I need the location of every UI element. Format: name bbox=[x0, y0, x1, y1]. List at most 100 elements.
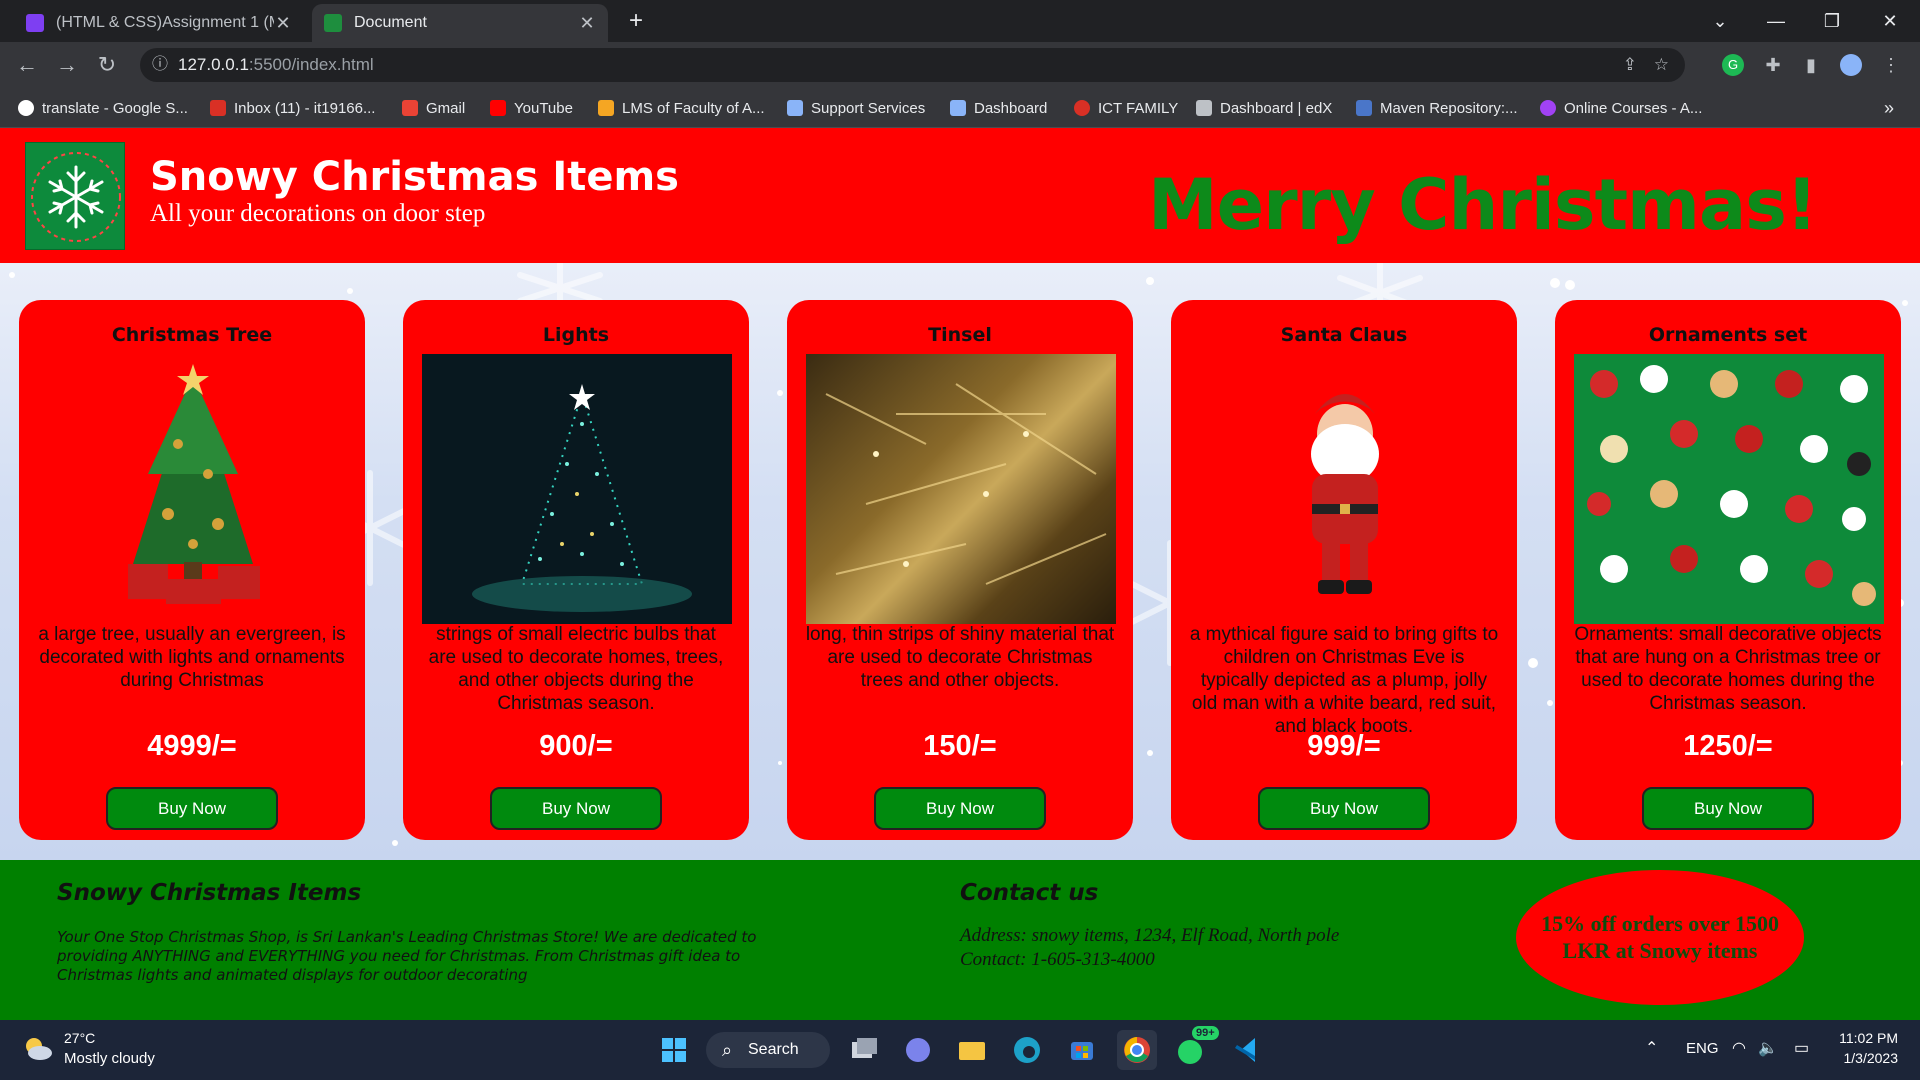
vscode-icon[interactable] bbox=[1227, 1030, 1267, 1070]
page-viewport: Snowy Christmas Items All your decoratio… bbox=[0, 128, 1920, 1020]
footer-address: Address: snowy items, 1234, Elf Road, No… bbox=[960, 925, 1340, 946]
product-card: Tinsel long, thin strips of shiny materi… bbox=[787, 300, 1133, 840]
teams-chat-icon[interactable] bbox=[898, 1030, 938, 1070]
profile-avatar[interactable] bbox=[1840, 54, 1862, 76]
product-card: Santa Claus a mythical figure said to br… bbox=[1171, 300, 1517, 840]
clock-time[interactable]: 11:02 PM bbox=[1838, 1030, 1898, 1046]
task-view-icon[interactable] bbox=[843, 1030, 883, 1070]
bookmark-lms[interactable]: LMS of Faculty of A... bbox=[598, 98, 765, 118]
footer-phone: Contact: 1-605-313-4000 bbox=[960, 949, 1155, 970]
product-description: long, thin strips of shiny material that… bbox=[805, 624, 1115, 691]
bookmark-inbox[interactable]: Inbox (11) - it19166... bbox=[210, 98, 375, 118]
whatsapp-icon[interactable]: 99+ bbox=[1172, 1026, 1219, 1070]
extensions-icon[interactable]: ✚ bbox=[1762, 54, 1784, 76]
tinsel-image bbox=[806, 354, 1116, 624]
new-tab-button[interactable]: + bbox=[616, 6, 656, 36]
close-tab-icon[interactable]: ✕ bbox=[578, 13, 596, 34]
share-icon[interactable]: ⇪ bbox=[1623, 48, 1637, 82]
santa-claus-image bbox=[1190, 354, 1500, 624]
tab-assignment[interactable]: (HTML & CSS)Assignment 1 (Mai ✕ bbox=[14, 4, 304, 42]
bookmark-translate[interactable]: translate - Google S... bbox=[18, 98, 188, 118]
product-title: Tinsel bbox=[928, 324, 992, 346]
windows-taskbar: 27°C Mostly cloudy ⌕ Search 99+ ⌃ ENG ◠ … bbox=[0, 1020, 1920, 1080]
store-icon[interactable] bbox=[1062, 1030, 1102, 1070]
edge-icon[interactable] bbox=[1007, 1030, 1047, 1070]
buy-now-button[interactable]: Buy Now bbox=[1258, 787, 1430, 830]
product-card: Ornaments set Ornaments: small decorativ… bbox=[1555, 300, 1901, 840]
courses-icon bbox=[1540, 100, 1556, 116]
volume-icon[interactable]: 🔈 bbox=[1758, 1038, 1778, 1058]
product-price: 1250/= bbox=[1683, 730, 1773, 762]
weather-icon[interactable] bbox=[22, 1034, 54, 1062]
product-title: Ornaments set bbox=[1648, 324, 1808, 346]
product-description: strings of small electric bulbs that are… bbox=[428, 624, 724, 714]
site-tagline: All your decorations on door step bbox=[150, 200, 486, 227]
url-path: :5500/index.html bbox=[248, 55, 374, 74]
menu-icon[interactable]: ⋮ bbox=[1880, 54, 1902, 76]
close-window-button[interactable]: ✕ bbox=[1870, 6, 1910, 36]
site-info-icon[interactable]: ⓘ bbox=[152, 48, 168, 82]
product-card: Lights strings of small electric bulbs t… bbox=[403, 300, 749, 840]
site-footer: Snowy Christmas Items Your One Stop Chri… bbox=[0, 860, 1920, 1020]
bookmark-ict-family[interactable]: ICT FAMILY bbox=[1074, 98, 1178, 118]
bookmark-support-services[interactable]: Support Services bbox=[787, 98, 925, 118]
product-price: 4999/= bbox=[147, 730, 237, 762]
buy-now-button[interactable]: Buy Now bbox=[490, 787, 662, 830]
weather-desc: Mostly cloudy bbox=[64, 1050, 155, 1067]
more-bookmarks-icon[interactable]: » bbox=[1884, 98, 1894, 118]
product-title: Lights bbox=[542, 324, 610, 346]
footer-contact-heading: Contact us bbox=[960, 880, 1099, 906]
university-icon bbox=[950, 100, 966, 116]
products-section: Christmas Tree a large tree, usually an … bbox=[0, 263, 1920, 860]
site-header: Snowy Christmas Items All your decoratio… bbox=[0, 128, 1920, 263]
restore-button[interactable]: ❐ bbox=[1812, 6, 1852, 36]
bookmark-dashboard[interactable]: Dashboard bbox=[950, 98, 1047, 118]
show-hidden-icons-icon[interactable]: ⌃ bbox=[1645, 1038, 1658, 1058]
youtube-icon bbox=[490, 100, 506, 116]
taskbar-search[interactable]: ⌕ Search bbox=[706, 1032, 830, 1068]
footer-about-heading: Snowy Christmas Items bbox=[57, 880, 362, 906]
chrome-icon[interactable] bbox=[1117, 1030, 1157, 1070]
footer-contact: Address: snowy items, 1234, Elf Road, No… bbox=[960, 924, 1339, 972]
reload-button[interactable]: ↻ bbox=[92, 50, 122, 80]
start-button[interactable] bbox=[654, 1030, 694, 1070]
bookmark-edx[interactable]: Dashboard | edX bbox=[1196, 98, 1332, 118]
clock-date[interactable]: 1/3/2023 bbox=[1838, 1050, 1899, 1066]
tab-title: (HTML & CSS)Assignment 1 (Mai bbox=[56, 14, 274, 31]
tab-document[interactable]: Document ✕ bbox=[312, 4, 608, 42]
address-bar[interactable]: ⓘ 127.0.0.1:5500/index.html ⇪ ☆ bbox=[140, 48, 1685, 82]
christmas-tree-image bbox=[38, 354, 348, 624]
wifi-icon[interactable]: ◠ bbox=[1732, 1038, 1746, 1058]
input-language[interactable]: ENG bbox=[1686, 1040, 1719, 1057]
google-icon bbox=[18, 100, 34, 116]
url-host: 127.0.0.1 bbox=[178, 55, 249, 74]
bookmark-star-icon[interactable]: ☆ bbox=[1654, 48, 1669, 82]
bookmark-gmail[interactable]: Gmail bbox=[402, 98, 465, 118]
grammarly-icon[interactable]: G bbox=[1722, 54, 1744, 76]
bookmark-online-courses[interactable]: Online Courses - A... bbox=[1540, 98, 1702, 118]
footer-about-text: Your One Stop Christmas Shop, is Sri Lan… bbox=[57, 928, 757, 984]
buy-now-button[interactable]: Buy Now bbox=[874, 787, 1046, 830]
bookmarks-bar: translate - Google S... Inbox (11) - it1… bbox=[0, 88, 1920, 128]
product-description: Ornaments: small decorative objects that… bbox=[1574, 624, 1882, 714]
maven-icon bbox=[1356, 100, 1372, 116]
minimize-button[interactable]: — bbox=[1756, 6, 1796, 36]
sheets-icon bbox=[324, 14, 342, 32]
product-price: 150/= bbox=[923, 730, 997, 762]
bookmark-maven[interactable]: Maven Repository:... bbox=[1356, 98, 1518, 118]
battery-icon[interactable]: ▭ bbox=[1794, 1038, 1809, 1058]
buy-now-button[interactable]: Buy Now bbox=[1642, 787, 1814, 830]
bookmark-youtube[interactable]: YouTube bbox=[490, 98, 573, 118]
side-panel-icon[interactable]: ▮ bbox=[1800, 54, 1822, 76]
forward-button[interactable]: → bbox=[52, 50, 82, 80]
site-title: Snowy Christmas Items bbox=[150, 154, 679, 200]
back-button[interactable]: ← bbox=[12, 50, 42, 80]
tab-search-icon[interactable]: ⌄ bbox=[1700, 6, 1740, 36]
close-tab-icon[interactable]: ✕ bbox=[274, 13, 292, 34]
tab-title: Document bbox=[354, 14, 427, 31]
lms-icon bbox=[598, 100, 614, 116]
site-logo bbox=[25, 142, 125, 250]
file-explorer-icon[interactable] bbox=[952, 1030, 992, 1070]
buy-now-button[interactable]: Buy Now bbox=[106, 787, 278, 830]
ict-icon bbox=[1074, 100, 1090, 116]
